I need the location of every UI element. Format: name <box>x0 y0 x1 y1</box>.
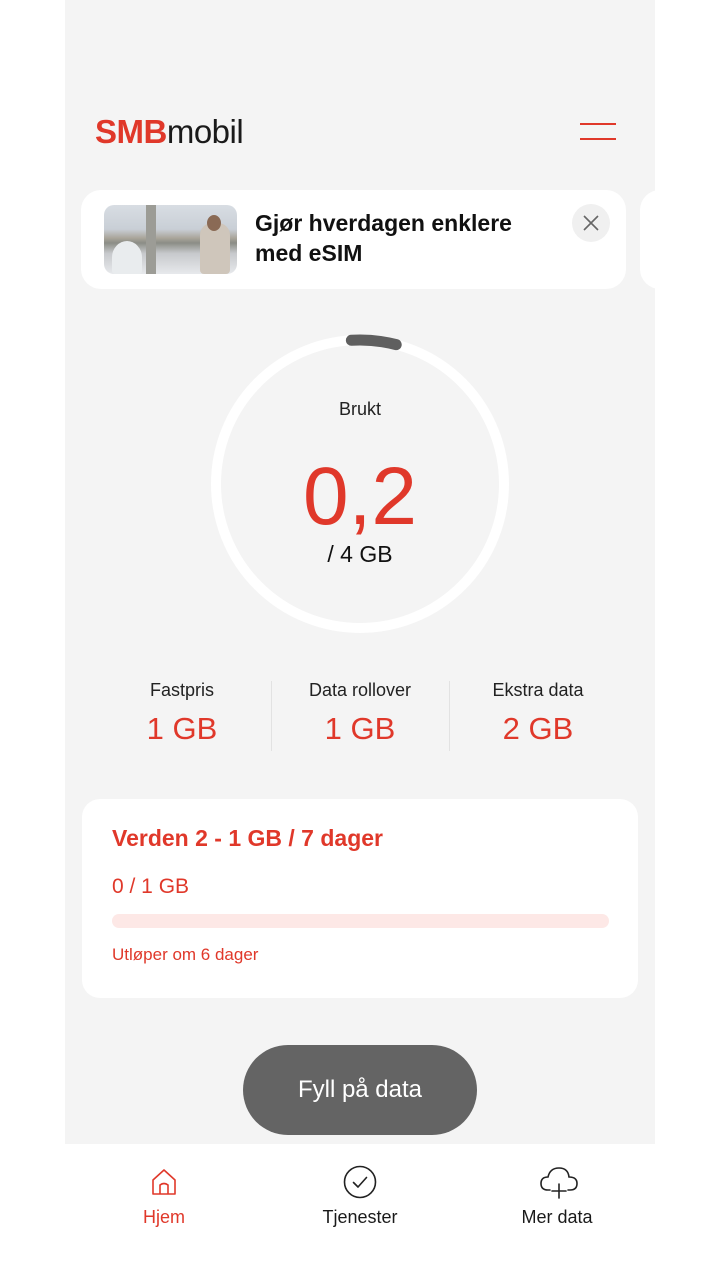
stat-fastpris: Fastpris 1 GB <box>93 677 271 747</box>
usage-label: Brukt <box>338 399 381 419</box>
fill-data-button[interactable]: Fyll på data <box>243 1045 477 1135</box>
close-icon-glyph <box>583 215 599 231</box>
banner-image-post <box>146 205 156 274</box>
nav-label-more-data: Mer data <box>521 1207 593 1227</box>
stat-label: Fastpris <box>149 680 214 700</box>
brand-logo-bold: SMB <box>95 113 167 150</box>
package-expiry: Utløper om 6 dager <box>112 945 259 964</box>
banner-image <box>104 205 237 274</box>
data-breakdown: Fastpris 1 GB Data rollover 1 GB Ekstra … <box>93 677 628 757</box>
close-icon[interactable] <box>572 204 610 242</box>
nav-label-home: Hjem <box>142 1207 185 1227</box>
package-title: Verden 2 - 1 GB / 7 dager <box>112 825 383 851</box>
stat-value: 1 GB <box>324 711 396 746</box>
package-card[interactable]: Verden 2 - 1 GB / 7 dager 0 / 1 GB Utløp… <box>82 799 638 998</box>
nav-item-more-data[interactable]: Mer data <box>477 1144 637 1254</box>
hamburger-line <box>580 123 616 125</box>
package-usage: 0 / 1 GB <box>112 875 190 898</box>
usage-used-value: 0,2 <box>303 451 417 542</box>
nav-item-home[interactable]: Hjem <box>84 1144 244 1254</box>
hamburger-line <box>580 138 616 140</box>
banner-title: Gjør hverdagen enklere med eSIM <box>255 210 512 266</box>
cloud-plus-icon <box>540 1167 578 1199</box>
stat-label: Data rollover <box>308 680 412 700</box>
nav-label-services: Tjenester <box>322 1207 398 1227</box>
nav-item-services[interactable]: Tjenester <box>280 1144 440 1254</box>
home-icon <box>152 1169 176 1195</box>
usage-total: / 4 GB <box>327 541 393 567</box>
stat-value: 2 GB <box>502 711 574 746</box>
banner-image-tree <box>112 241 142 274</box>
next-banner-peek[interactable] <box>640 190 655 289</box>
check-circle-icon <box>343 1165 377 1199</box>
stat-value: 1 GB <box>146 711 218 746</box>
stat-data-rollover: Data rollover 1 GB <box>271 677 449 747</box>
banner-image-head <box>207 215 221 231</box>
esim-promo-banner[interactable]: Gjør hverdagen enklere med eSIM <box>81 190 626 289</box>
bottom-nav: Hjem Tjenester Mer data <box>65 1144 655 1280</box>
stat-ekstra-data: Ekstra data 2 GB <box>449 677 627 747</box>
brand-logo[interactable]: SMBmobil <box>95 112 244 152</box>
hamburger-icon[interactable] <box>577 118 617 146</box>
app-screen: SMBmobil Gjør hverdagen enklere med eSIM… <box>65 0 655 1280</box>
package-progress-bar <box>112 914 609 928</box>
stat-label: Ekstra data <box>492 680 584 700</box>
brand-logo-light: mobil <box>166 113 244 150</box>
gauge-used-arc <box>345 334 402 351</box>
